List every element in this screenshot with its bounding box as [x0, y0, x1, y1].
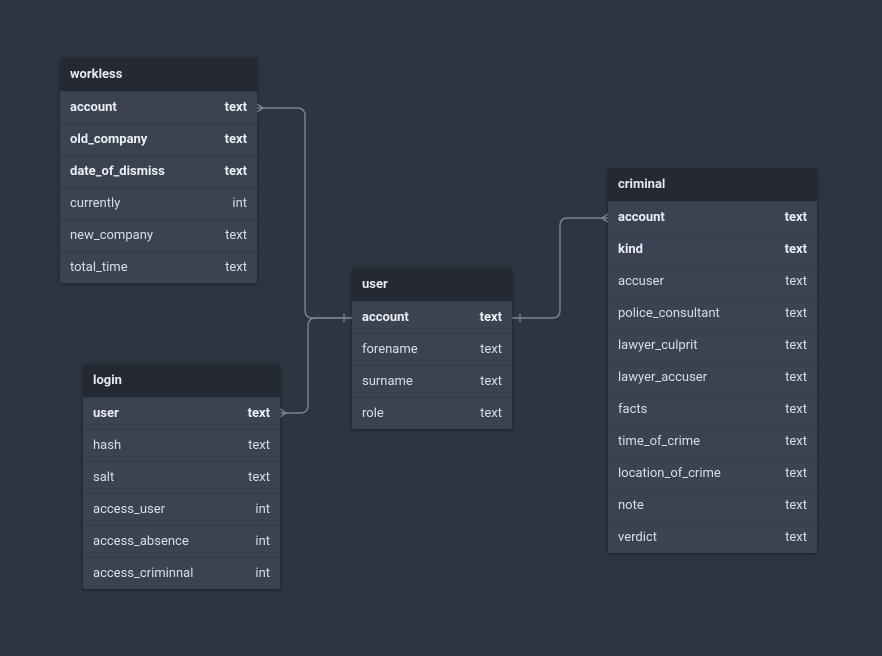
table-row[interactable]: access_absence int [83, 525, 280, 557]
column-name: old_company [70, 132, 213, 147]
table-header[interactable]: workless [60, 58, 257, 91]
table-row[interactable]: new_company text [60, 219, 257, 251]
column-name: salt [93, 470, 236, 485]
column-type: text [213, 260, 247, 275]
table-title: criminal [618, 177, 665, 192]
diagram-canvas: workless account text old_company text d… [0, 0, 882, 656]
connector-login-user [280, 318, 352, 413]
column-name: access_criminnal [93, 566, 243, 581]
table-row[interactable]: time_of_crime text [608, 425, 817, 457]
column-type: int [243, 534, 270, 549]
table-row[interactable]: account text [608, 201, 817, 233]
table-row[interactable]: forename text [352, 333, 512, 365]
column-name: date_of_dismiss [70, 164, 213, 179]
column-type: text [213, 164, 247, 179]
column-type: int [243, 502, 270, 517]
table-row[interactable]: location_of_crime text [608, 457, 817, 489]
table-header[interactable]: login [83, 364, 280, 397]
table-row[interactable]: access_criminnal int [83, 557, 280, 589]
table-row[interactable]: verdict text [608, 521, 817, 553]
table-row[interactable]: police_consultant text [608, 297, 817, 329]
table-row[interactable]: account text [60, 91, 257, 123]
column-name: accuser [618, 274, 773, 289]
table-row[interactable]: date_of_dismiss text [60, 155, 257, 187]
table-header[interactable]: user [352, 268, 512, 301]
column-type: int [220, 196, 247, 211]
column-type: text [773, 530, 807, 545]
table-criminal[interactable]: criminal account text kind text accuser … [608, 168, 817, 553]
column-name: account [618, 210, 773, 225]
column-type: text [468, 342, 502, 357]
column-name: user [93, 406, 236, 421]
column-name: forename [362, 342, 468, 357]
table-row[interactable]: user text [83, 397, 280, 429]
connector-workless-user [257, 108, 352, 318]
table-workless[interactable]: workless account text old_company text d… [60, 58, 257, 283]
table-row[interactable]: currently int [60, 187, 257, 219]
table-user[interactable]: user account text forename text surname … [352, 268, 512, 429]
connector-end-login [280, 409, 286, 417]
column-type: text [468, 374, 502, 389]
column-type: text [773, 466, 807, 481]
column-name: access_user [93, 502, 243, 517]
column-type: text [773, 306, 807, 321]
column-name: currently [70, 196, 220, 211]
column-type: text [773, 434, 807, 449]
column-type: text [773, 210, 807, 225]
column-name: account [362, 310, 468, 325]
table-row[interactable]: lawyer_accuser text [608, 361, 817, 393]
table-title: workless [70, 67, 122, 82]
column-type: text [773, 338, 807, 353]
column-type: text [236, 470, 270, 485]
column-name: note [618, 498, 773, 513]
column-type: text [773, 402, 807, 417]
column-type: text [468, 406, 502, 421]
table-row[interactable]: facts text [608, 393, 817, 425]
column-type: text [236, 406, 270, 421]
column-type: text [773, 498, 807, 513]
table-title: login [93, 373, 122, 388]
column-name: lawyer_culprit [618, 338, 773, 353]
column-type: text [468, 310, 502, 325]
table-row[interactable]: salt text [83, 461, 280, 493]
table-row[interactable]: total_time text [60, 251, 257, 283]
column-type: text [773, 242, 807, 257]
column-name: surname [362, 374, 468, 389]
column-type: int [243, 566, 270, 581]
column-name: kind [618, 242, 773, 257]
column-name: role [362, 406, 468, 421]
table-row[interactable]: access_user int [83, 493, 280, 525]
table-row[interactable]: account text [352, 301, 512, 333]
column-type: text [213, 228, 247, 243]
connector-end-workless [257, 104, 263, 112]
column-type: text [236, 438, 270, 453]
column-name: hash [93, 438, 236, 453]
column-name: police_consultant [618, 306, 773, 321]
table-row[interactable]: note text [608, 489, 817, 521]
table-header[interactable]: criminal [608, 168, 817, 201]
column-name: access_absence [93, 534, 243, 549]
column-type: text [213, 100, 247, 115]
column-name: location_of_crime [618, 466, 773, 481]
column-type: text [773, 370, 807, 385]
table-row[interactable]: surname text [352, 365, 512, 397]
column-name: total_time [70, 260, 213, 275]
column-name: new_company [70, 228, 213, 243]
column-name: facts [618, 402, 773, 417]
table-login[interactable]: login user text hash text salt text acce… [83, 364, 280, 589]
table-title: user [362, 277, 388, 292]
table-row[interactable]: old_company text [60, 123, 257, 155]
column-type: text [213, 132, 247, 147]
table-row[interactable]: lawyer_culprit text [608, 329, 817, 361]
table-row[interactable]: role text [352, 397, 512, 429]
column-name: account [70, 100, 213, 115]
table-row[interactable]: hash text [83, 429, 280, 461]
table-row[interactable]: kind text [608, 233, 817, 265]
connector-user-criminal [512, 218, 608, 318]
table-row[interactable]: accuser text [608, 265, 817, 297]
column-name: lawyer_accuser [618, 370, 773, 385]
column-name: time_of_crime [618, 434, 773, 449]
column-type: text [773, 274, 807, 289]
column-name: verdict [618, 530, 773, 545]
